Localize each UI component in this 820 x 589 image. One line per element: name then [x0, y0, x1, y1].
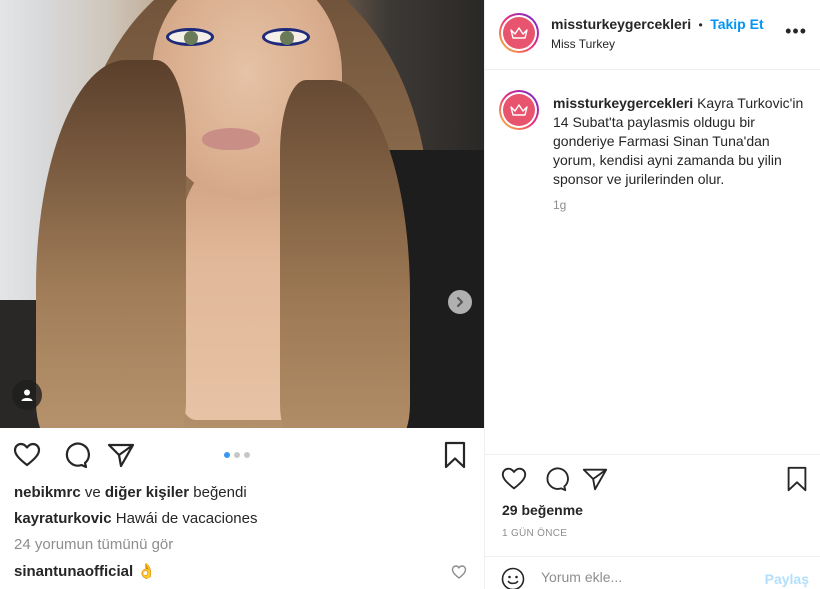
author-sublabel[interactable]: Miss Turkey [551, 37, 615, 51]
liked-by-suffix: beğendi [193, 484, 247, 501]
header-separator: • [698, 18, 703, 32]
more-options-button[interactable]: ••• [785, 22, 807, 40]
post-detail-panel: missturkeygercekleri • Takip Et Miss Tur… [484, 0, 820, 589]
liked-by-others[interactable]: diğer kişiler [105, 484, 189, 501]
caption: missturkeygercekleri Kayra Turkovic'in 14… [553, 94, 809, 189]
carousel-dot [244, 452, 250, 458]
embedded-screenshot: nebikmrc ve diğer kişiler beğendi kayrat… [0, 0, 484, 589]
photo-eye-left [166, 28, 214, 46]
author-avatar[interactable] [499, 13, 539, 53]
heart-icon[interactable] [500, 465, 528, 493]
left-caption-text: Hawái de vacaciones [115, 510, 258, 527]
post-comment-button[interactable]: Paylaş [765, 571, 809, 587]
caption-username[interactable]: missturkeygercekleri [553, 95, 693, 111]
comment-icon[interactable] [60, 440, 90, 470]
crown-icon [510, 27, 528, 39]
tagged-users-button[interactable] [12, 380, 42, 410]
divider [485, 454, 820, 455]
likes-count[interactable]: 29 beğenme [502, 502, 583, 518]
caption-time[interactable]: 1g [553, 198, 566, 212]
chevron-right-icon [457, 297, 463, 307]
header-title-row: missturkeygercekleri • Takip Et [551, 16, 764, 34]
heart-icon[interactable] [12, 440, 42, 470]
comment-input[interactable] [541, 569, 751, 585]
caption-avatar[interactable] [499, 90, 539, 130]
carousel-indicator [224, 452, 250, 458]
bookmark-icon[interactable] [440, 440, 470, 470]
crown-icon [510, 104, 528, 116]
follow-button[interactable]: Takip Et [710, 16, 763, 32]
comment-bar: Paylaş [485, 556, 820, 589]
liked-by-user[interactable]: nebikmrc [14, 484, 81, 501]
liked-by-line: nebikmrc ve diğer kişiler beğendi [14, 484, 247, 501]
post-photo[interactable] [0, 0, 484, 428]
share-icon[interactable] [106, 440, 136, 470]
user-icon [21, 389, 33, 401]
action-bar [485, 465, 820, 495]
left-comment-line: sinantunaofficial 👌 [14, 562, 156, 580]
carousel-dot [224, 452, 230, 458]
comment-like-heart-icon[interactable] [451, 564, 467, 580]
bookmark-icon[interactable] [783, 465, 811, 493]
photo-lips [202, 128, 260, 150]
left-comment-user[interactable]: sinantunaofficial [14, 563, 133, 580]
photo-eye-right [262, 28, 310, 46]
posted-time[interactable]: 1 GÜN ÖNCE [502, 528, 567, 539]
liked-by-mid: ve [84, 484, 101, 501]
view-all-comments-link[interactable]: 24 yorumun tümünü gör [14, 536, 173, 553]
share-icon[interactable] [581, 465, 609, 493]
photo-hair-left [36, 60, 186, 428]
left-action-bar [0, 440, 484, 472]
comment-icon[interactable] [541, 465, 569, 493]
post-header: missturkeygercekleri • Takip Et Miss Tur… [485, 0, 820, 70]
left-comment-emoji: 👌 [137, 563, 157, 580]
left-caption-line: kayraturkovic Hawái de vacaciones [14, 510, 257, 527]
carousel-next-button[interactable] [448, 290, 472, 314]
left-caption-user[interactable]: kayraturkovic [14, 510, 112, 527]
emoji-icon[interactable] [501, 567, 525, 589]
author-username[interactable]: missturkeygercekleri [551, 16, 691, 32]
carousel-dot [234, 452, 240, 458]
